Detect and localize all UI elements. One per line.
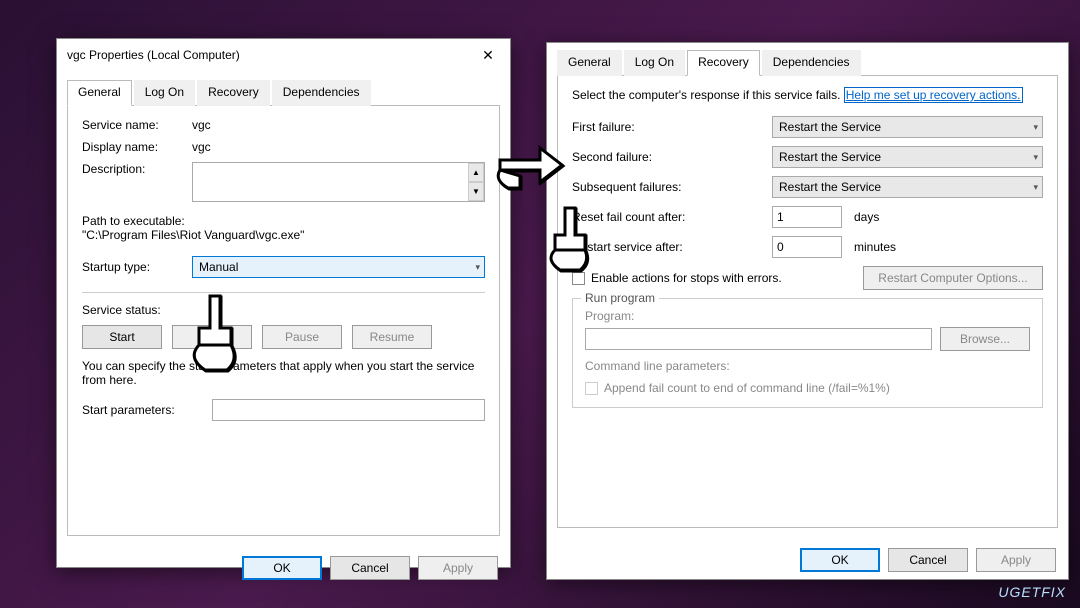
run-program-label: Run program [581, 291, 659, 305]
service-name-value: vgc [192, 118, 211, 132]
display-name-value: vgc [192, 140, 211, 154]
startup-type-dropdown[interactable]: Manual ▾ [192, 256, 485, 278]
start-params-label: Start parameters: [82, 403, 212, 417]
chevron-down-icon: ▾ [1033, 152, 1038, 163]
separator [82, 292, 485, 293]
restart-after-label: Restart service after: [572, 240, 732, 254]
tab-general[interactable]: General [557, 50, 622, 76]
chevron-down-icon: ▾ [1033, 122, 1038, 133]
subsequent-failure-label: Subsequent failures: [572, 180, 732, 194]
close-icon[interactable]: ✕ [474, 45, 502, 65]
run-program-group: Run program Program: Browse... Command l… [572, 298, 1043, 408]
apply-button: Apply [976, 548, 1056, 572]
second-failure-value: Restart the Service [779, 150, 881, 164]
append-failcount-checkbox [585, 382, 598, 395]
recovery-properties-dialog: General Log On Recovery Dependencies Sel… [546, 42, 1069, 580]
reset-fail-input[interactable]: 1 [772, 206, 842, 228]
window-title: vgc Properties (Local Computer) [67, 48, 240, 62]
chevron-down-icon: ▾ [475, 262, 480, 273]
help-link[interactable]: Help me set up recovery actions. [844, 87, 1023, 103]
tabpage-general: Service name: vgc Display name: vgc Desc… [67, 106, 500, 536]
append-failcount-label: Append fail count to end of command line… [604, 381, 890, 395]
description-label: Description: [82, 162, 192, 176]
tab-general[interactable]: General [67, 80, 132, 106]
enable-actions-label: Enable actions for stops with errors. [591, 271, 782, 285]
startup-type-label: Startup type: [82, 260, 192, 274]
tab-recovery[interactable]: Recovery [197, 80, 270, 106]
subsequent-failure-value: Restart the Service [779, 180, 881, 194]
chevron-down-icon: ▾ [1033, 182, 1038, 193]
tabpage-recovery: Select the computer's response if this s… [557, 76, 1058, 528]
hint-text: You can specify the start parameters tha… [82, 359, 485, 387]
restart-computer-options-button: Restart Computer Options... [863, 266, 1043, 290]
reset-unit: days [854, 210, 879, 224]
tabstrip: General Log On Recovery Dependencies [557, 49, 1058, 76]
dialog-footer: OK Cancel Apply [547, 538, 1068, 582]
scroll-down-icon[interactable]: ▼ [468, 182, 484, 201]
intro-text: Select the computer's response if this s… [572, 88, 840, 102]
tab-logon[interactable]: Log On [134, 80, 195, 106]
tab-logon[interactable]: Log On [624, 50, 685, 76]
description-field[interactable]: ▲ ▼ [192, 162, 485, 202]
apply-button: Apply [418, 556, 498, 580]
tab-dependencies[interactable]: Dependencies [272, 80, 371, 106]
resume-button: Resume [352, 325, 432, 349]
service-status-label: Service status: [82, 303, 192, 317]
reset-fail-label: Reset fail count after: [572, 210, 732, 224]
cancel-button[interactable]: Cancel [888, 548, 968, 572]
restart-after-input[interactable]: 0 [772, 236, 842, 258]
tab-dependencies[interactable]: Dependencies [762, 50, 861, 76]
first-failure-value: Restart the Service [779, 120, 881, 134]
vgc-properties-dialog: vgc Properties (Local Computer) ✕ Genera… [56, 38, 511, 568]
start-params-input[interactable] [212, 399, 485, 421]
first-failure-label: First failure: [572, 120, 732, 134]
cmdline-label: Command line parameters: [585, 359, 730, 373]
subsequent-failure-dropdown[interactable]: Restart the Service ▾ [772, 176, 1043, 198]
startup-type-value: Manual [199, 260, 238, 274]
ok-button[interactable]: OK [242, 556, 322, 580]
service-name-label: Service name: [82, 118, 192, 132]
first-failure-dropdown[interactable]: Restart the Service ▾ [772, 116, 1043, 138]
cancel-button[interactable]: Cancel [330, 556, 410, 580]
program-label: Program: [585, 309, 1030, 323]
second-failure-label: Second failure: [572, 150, 732, 164]
restart-unit: minutes [854, 240, 896, 254]
ok-button[interactable]: OK [800, 548, 880, 572]
path-label: Path to executable: [82, 214, 485, 228]
browse-button: Browse... [940, 327, 1030, 351]
watermark: UGETFIX [998, 584, 1066, 600]
titlebar: vgc Properties (Local Computer) ✕ [57, 39, 510, 71]
scroll-up-icon[interactable]: ▲ [468, 163, 484, 182]
path-value: "C:\Program Files\Riot Vanguard\vgc.exe" [82, 228, 485, 242]
stop-button: Stop [172, 325, 252, 349]
pause-button: Pause [262, 325, 342, 349]
dialog-footer: OK Cancel Apply [57, 546, 510, 590]
tab-recovery[interactable]: Recovery [687, 50, 760, 76]
start-button[interactable]: Start [82, 325, 162, 349]
second-failure-dropdown[interactable]: Restart the Service ▾ [772, 146, 1043, 168]
program-input [585, 328, 932, 350]
display-name-label: Display name: [82, 140, 192, 154]
enable-actions-checkbox[interactable] [572, 272, 585, 285]
tabstrip: General Log On Recovery Dependencies [67, 79, 500, 106]
